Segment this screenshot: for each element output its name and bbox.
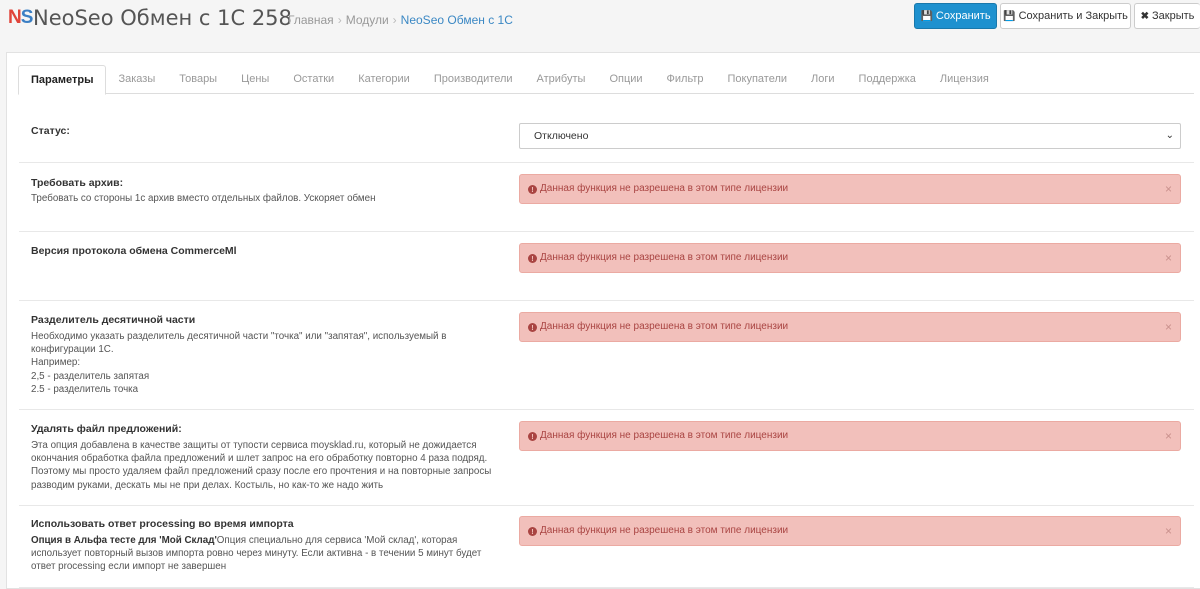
save-and-close-button[interactable]: 💾 Сохранить и Закрыть bbox=[1000, 3, 1131, 29]
tab-manufacturers[interactable]: Производители bbox=[422, 65, 525, 94]
app-logo: NS bbox=[8, 7, 33, 28]
tab-parameters[interactable]: Параметры bbox=[18, 65, 107, 95]
decimal-label: Разделитель десятичной части bbox=[31, 314, 196, 326]
tab-orders[interactable]: Заказы bbox=[106, 65, 167, 94]
license-alert: ! Данная функция не разрешена в этом типе… bbox=[519, 312, 1181, 342]
offers-label: Удалять файл предложений: bbox=[31, 423, 182, 435]
status-select[interactable]: Отключено ⌄ bbox=[519, 123, 1181, 149]
tab-license[interactable]: Лицензия bbox=[928, 65, 1001, 94]
tab-logs[interactable]: Логи bbox=[799, 65, 847, 94]
floppy-disk-icon: 💾 bbox=[920, 10, 933, 22]
tab-products[interactable]: Товары bbox=[167, 65, 229, 94]
breadcrumb-modules[interactable]: Модули bbox=[346, 13, 389, 27]
close-icon[interactable]: × bbox=[1165, 175, 1172, 203]
license-alert: ! Данная функция не разрешена в этом типе… bbox=[519, 174, 1181, 204]
close-button[interactable]: ✖ Закрыть bbox=[1134, 3, 1200, 29]
processing-label: Использовать ответ processing во время и… bbox=[31, 518, 294, 530]
page-title: NeoSeo Обмен с 1С 258 bbox=[33, 6, 292, 30]
exclamation-circle-icon: ! bbox=[528, 254, 537, 263]
tab-attributes[interactable]: Атрибуты bbox=[525, 65, 598, 94]
offers-description: Эта опция добавлена в качестве защиты от… bbox=[31, 440, 492, 491]
breadcrumb-home[interactable]: Главная bbox=[288, 13, 334, 27]
settings-panel: Параметры Заказы Товары Цены Остатки Кат… bbox=[6, 52, 1200, 589]
close-icon[interactable]: × bbox=[1165, 244, 1172, 272]
close-icon[interactable]: × bbox=[1165, 313, 1172, 341]
tab-filter[interactable]: Фильтр bbox=[655, 65, 716, 94]
header-bar: NS NeoSeo Обмен с 1С 258 Главная › Модули ›… bbox=[0, 0, 1200, 40]
decimal-description: Необходимо указать разделитель десятично… bbox=[31, 331, 447, 395]
save-button[interactable]: 💾 Сохранить bbox=[914, 3, 997, 29]
close-icon: ✖ bbox=[1140, 10, 1149, 22]
tab-prices[interactable]: Цены bbox=[229, 65, 281, 94]
exclamation-circle-icon: ! bbox=[528, 432, 537, 441]
floppy-disk-icon: 💾 bbox=[1003, 10, 1016, 22]
status-label: Статус: bbox=[31, 125, 70, 137]
tab-customers[interactable]: Покупатели bbox=[716, 65, 800, 94]
license-alert: ! Данная функция не разрешена в этом типе… bbox=[519, 421, 1181, 451]
breadcrumb: Главная › Модули › NeoSeo Обмен с 1С bbox=[288, 13, 513, 27]
license-alert: ! Данная функция не разрешена в этом типе… bbox=[519, 516, 1181, 546]
exclamation-circle-icon: ! bbox=[528, 185, 537, 194]
breadcrumb-current[interactable]: NeoSeo Обмен с 1С bbox=[401, 13, 513, 27]
protocol-label: Версия протокола обмена CommerceMl bbox=[31, 245, 237, 257]
status-select-value: Отключено bbox=[534, 130, 589, 142]
tab-categories[interactable]: Категории bbox=[346, 65, 422, 94]
exclamation-circle-icon: ! bbox=[528, 527, 537, 536]
tab-options[interactable]: Опции bbox=[597, 65, 654, 94]
tab-bar: Параметры Заказы Товары Цены Остатки Кат… bbox=[18, 65, 1194, 95]
archive-label: Требовать архив: bbox=[31, 177, 124, 189]
archive-description: Требовать со стороны 1с архив вместо отд… bbox=[31, 193, 376, 204]
exclamation-circle-icon: ! bbox=[528, 323, 537, 332]
tab-stock[interactable]: Остатки bbox=[281, 65, 346, 94]
license-alert: ! Данная функция не разрешена в этом типе… bbox=[519, 243, 1181, 273]
close-icon[interactable]: × bbox=[1165, 517, 1172, 545]
tab-support[interactable]: Поддержка bbox=[847, 65, 928, 94]
chevron-down-icon: ⌄ bbox=[1165, 130, 1174, 141]
close-icon[interactable]: × bbox=[1165, 422, 1172, 450]
processing-description: Опция в Альфа тесте для 'Мой Склад'Опция… bbox=[31, 535, 482, 573]
